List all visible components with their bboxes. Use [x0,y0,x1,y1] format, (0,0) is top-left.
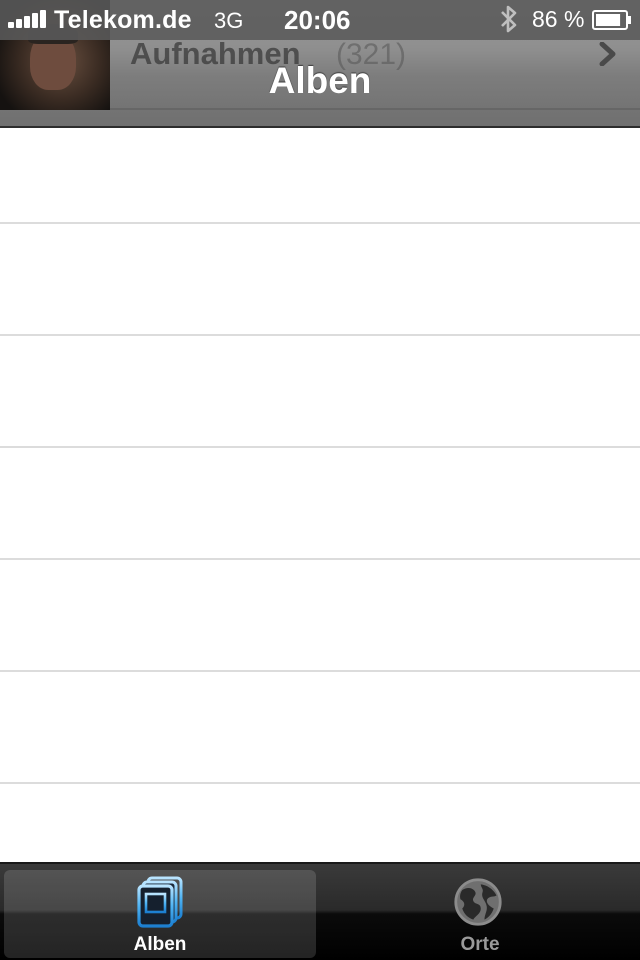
battery-percentage: 86 % [532,6,585,32]
list-item[interactable] [0,784,640,862]
row-separator [0,222,640,224]
row-separator [0,334,640,336]
page-title: Alben [268,60,372,101]
albums-list[interactable] [0,130,640,862]
row-separator [0,558,640,560]
list-item[interactable] [0,448,640,558]
list-item[interactable] [0,672,640,782]
tab-bar: Alben Orte [0,862,640,960]
row-separator [0,670,640,672]
status-bar: Telekom.de 3G 20:06 86 % [0,0,640,40]
tab-orte[interactable]: Orte [324,870,636,958]
network-type: 3G [214,8,244,33]
signal-icon [8,10,48,28]
list-item[interactable] [0,560,640,670]
carrier-name: Telekom.de [54,6,192,34]
battery-icon [592,10,631,30]
list-item[interactable] [0,224,640,334]
list-item[interactable] [0,336,640,446]
tab-alben[interactable]: Alben [4,870,316,958]
list-item[interactable] [0,130,640,222]
bluetooth-icon [501,5,517,33]
tab-orte-label: Orte [460,934,500,955]
row-separator [0,782,640,784]
nav-divider [110,108,640,110]
globe-icon [454,878,502,926]
clock: 20:06 [284,5,351,35]
row-separator [0,446,640,448]
albums-icon [137,876,183,928]
tab-alben-label: Alben [133,934,187,955]
